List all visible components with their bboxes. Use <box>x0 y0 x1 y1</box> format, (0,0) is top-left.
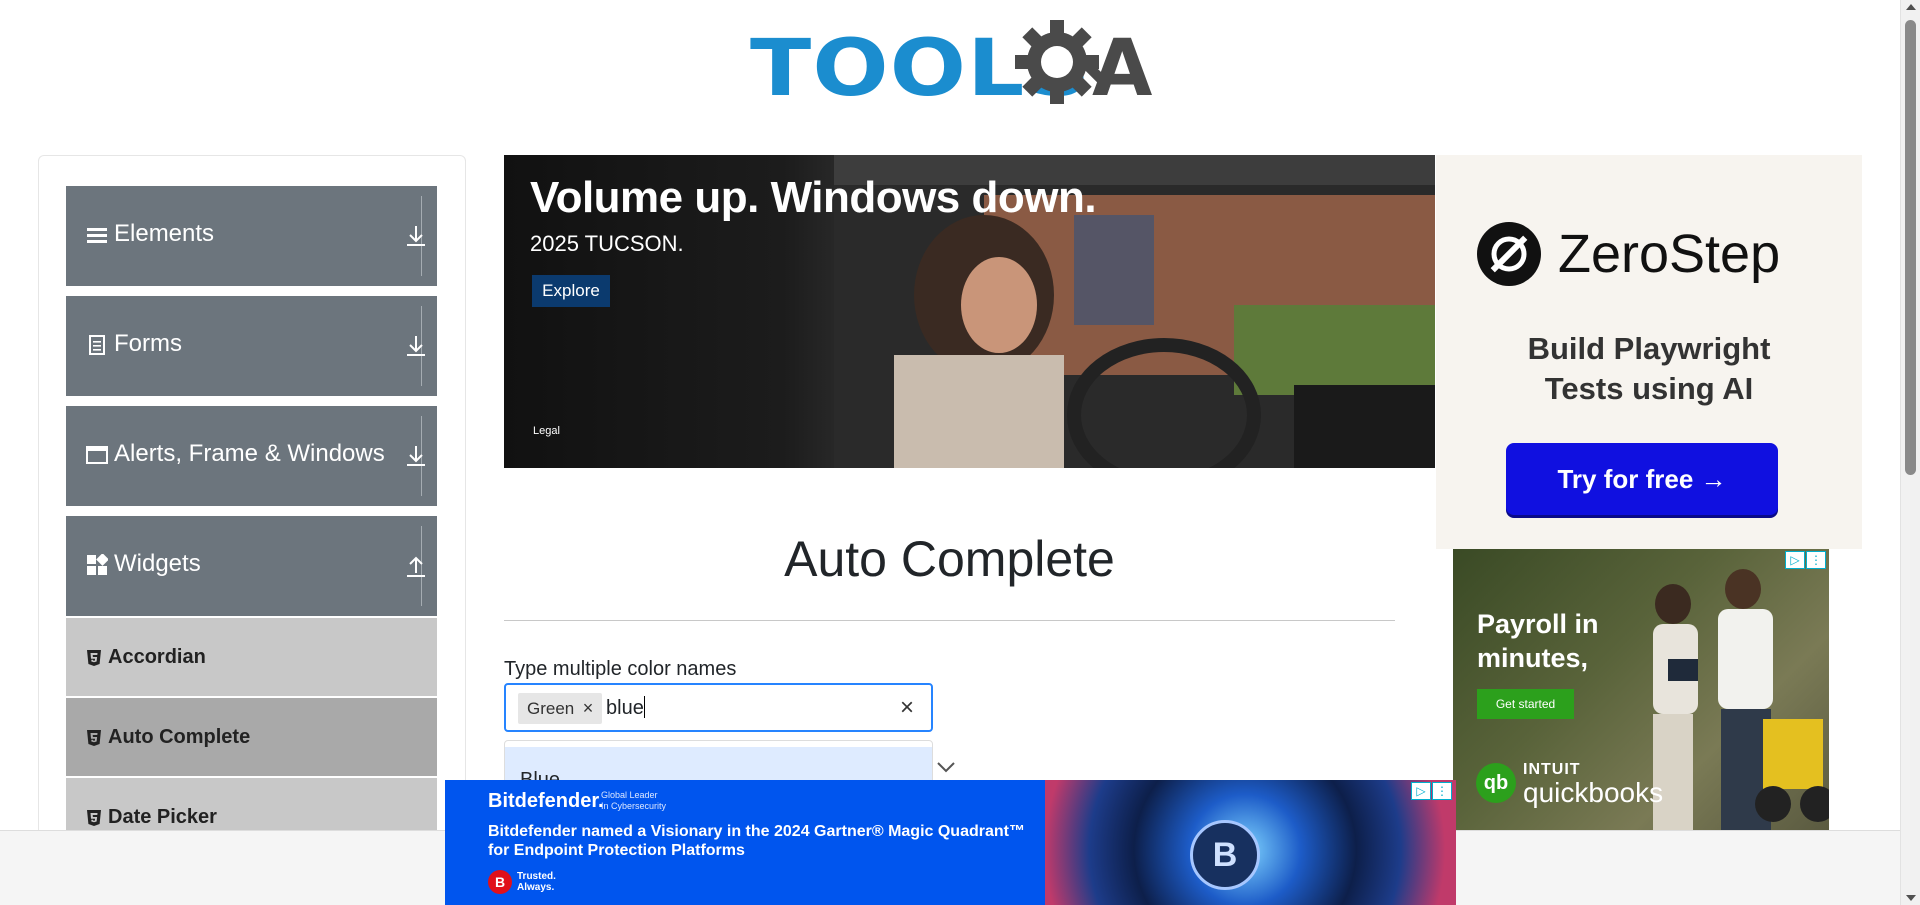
clear-all-icon[interactable]: × <box>895 694 919 722</box>
ad-choices-icon[interactable]: ▷ <box>1785 551 1805 569</box>
download-arrow-icon[interactable] <box>403 332 429 360</box>
color-chip: Green × <box>518 693 602 724</box>
zerostep-ad[interactable]: ZeroStep Build Playwright Tests using AI… <box>1436 155 1862 549</box>
tagline-line-1: Build Playwright <box>1527 331 1771 366</box>
sidebar-group-label: Elements <box>114 220 215 247</box>
typed-value: blue <box>606 697 644 719</box>
bitdefender-trust: Trusted. Always. <box>517 871 556 893</box>
quickbooks-wordmark: quickbooks <box>1523 777 1664 808</box>
sidebar-item-label: Date Picker <box>108 806 217 828</box>
download-arrow-icon[interactable] <box>403 442 429 470</box>
sidebar: Elements Forms Alerts, Frame & Windows W… <box>38 155 466 856</box>
html5-icon <box>87 810 101 826</box>
ad-subtitle: 2025 TUCSON. <box>530 231 684 256</box>
bitdefender-badge-icon: B <box>488 870 512 894</box>
widgets-icon <box>87 554 108 575</box>
zerostep-brand: ZeroStep <box>1558 224 1781 284</box>
sidebar-group-alerts-frame-windows[interactable]: Alerts, Frame & Windows <box>66 406 437 506</box>
page: TOOLS A Elements Forms Alerts, Frame & W… <box>0 0 1920 905</box>
autocomplete-typed-text[interactable]: blue <box>606 696 645 720</box>
sidebar-item-accordian[interactable]: Accordian <box>66 618 437 696</box>
ad-choices-icon[interactable]: ▷ <box>1411 782 1431 800</box>
trust-line-2: Always. <box>517 882 555 893</box>
sidebar-group-label: Alerts, Frame & Windows <box>114 440 385 467</box>
scroll-thumb[interactable] <box>1905 20 1916 475</box>
multi-color-autocomplete-input[interactable]: Green × blue × <box>504 683 933 732</box>
page-scrollbar[interactable] <box>1900 0 1920 905</box>
tagline-line-2: Tests using AI <box>1544 371 1754 406</box>
download-arrow-icon[interactable] <box>403 222 429 250</box>
ad-menu-icon[interactable]: ⋮ <box>1806 551 1826 569</box>
page-title: Auto Complete <box>784 531 1115 587</box>
logo-letter-a: A <box>1092 24 1153 114</box>
quickbooks-headline: Payroll in minutes, <box>1477 607 1599 675</box>
headline-line-1: Payroll in <box>1477 609 1599 639</box>
bitdefender-brand: Bitdefender. <box>488 790 604 812</box>
sidebar-group-widgets[interactable]: Widgets <box>66 516 437 616</box>
zerostep-tagline: Build Playwright Tests using AI <box>1436 329 1862 409</box>
brand-sub-line-2: In Cybersecurity <box>601 801 667 811</box>
quickbooks-ad[interactable]: Payroll in minutes, Get started qb INTUI… <box>1453 549 1829 831</box>
sidebar-group-forms[interactable]: Forms <box>66 296 437 396</box>
sidebar-item-label: Auto Complete <box>108 726 251 748</box>
scroll-down-arrow-icon[interactable] <box>1906 895 1916 901</box>
bitdefender-ad[interactable]: Bitdefender. Global Leader In Cybersecur… <box>445 780 1456 905</box>
toolsqa-logo[interactable]: TOOLS A <box>750 18 1155 114</box>
explore-button[interactable]: Explore <box>532 275 610 307</box>
brand-sub-line-1: Global Leader <box>601 790 658 800</box>
bitdefender-headline: Bitdefender named a Visionary in the 202… <box>488 823 1025 859</box>
sidebar-group-label: Forms <box>114 330 182 357</box>
html5-icon <box>87 730 101 746</box>
text-caret <box>643 696 645 718</box>
ad-menu-icon[interactable]: ⋮ <box>1432 782 1452 800</box>
hamburger-icon <box>87 228 107 243</box>
get-started-button[interactable]: Get started <box>1477 689 1574 719</box>
sidebar-item-label: Accordian <box>108 646 206 668</box>
hyundai-banner-ad[interactable]: Volume up. Windows down. 2025 TUCSON. Ex… <box>504 155 1435 468</box>
document-icon <box>89 335 105 355</box>
chip-remove-icon[interactable]: × <box>578 696 598 720</box>
zerostep-logo-icon <box>1477 222 1541 286</box>
title-divider <box>504 620 1395 621</box>
sidebar-item-auto-complete[interactable]: Auto Complete <box>66 698 437 776</box>
chip-label: Green <box>527 699 575 718</box>
trust-line-1: Trusted. <box>517 871 556 882</box>
ad-headline: Volume up. Windows down. <box>530 173 1097 222</box>
sidebar-group-elements[interactable]: Elements <box>66 186 437 286</box>
quickbooks-logo-icon: qb <box>1476 763 1516 803</box>
autocomplete-label: Type multiple color names <box>504 658 737 680</box>
html5-icon <box>87 650 101 666</box>
bitdefender-brand-sub: Global Leader In Cybersecurity <box>601 790 666 812</box>
legal-link[interactable]: Legal <box>533 425 560 437</box>
try-for-free-button[interactable]: Try for free → <box>1506 443 1778 515</box>
chevron-down-icon[interactable] <box>935 760 957 774</box>
window-icon <box>86 446 108 464</box>
scroll-up-arrow-icon[interactable] <box>1906 4 1916 10</box>
upload-arrow-icon[interactable] <box>403 552 429 580</box>
headline-line-2: minutes, <box>1477 643 1589 673</box>
sidebar-group-label: Widgets <box>114 550 201 577</box>
bitdefender-eye-icon: B <box>1190 820 1260 890</box>
